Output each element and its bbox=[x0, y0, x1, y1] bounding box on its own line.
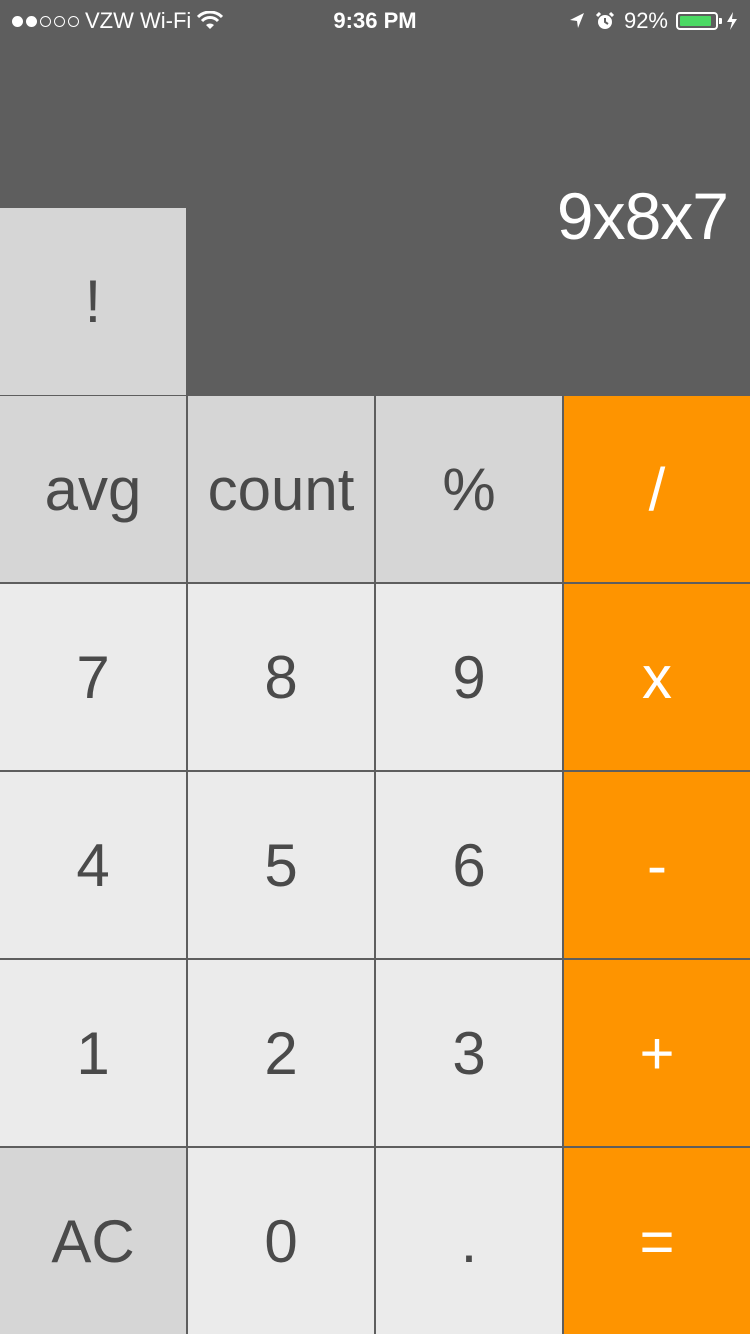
count-button[interactable]: count bbox=[188, 396, 374, 582]
equals-label: = bbox=[639, 1207, 675, 1275]
count-label: count bbox=[207, 455, 355, 523]
avg-button[interactable]: avg bbox=[0, 396, 186, 582]
four-button[interactable]: 4 bbox=[0, 772, 186, 958]
minus-label: - bbox=[647, 831, 667, 899]
seven-label: 7 bbox=[76, 643, 110, 711]
five-label: 5 bbox=[264, 831, 298, 899]
factorial-label: ! bbox=[84, 268, 102, 335]
minus-button[interactable]: - bbox=[564, 772, 750, 958]
multiply-button[interactable]: x bbox=[564, 584, 750, 770]
percent-button[interactable]: % bbox=[376, 396, 562, 582]
two-button[interactable]: 2 bbox=[188, 960, 374, 1146]
equals-button[interactable]: = bbox=[564, 1148, 750, 1334]
multiply-label: x bbox=[642, 643, 672, 711]
five-button[interactable]: 5 bbox=[188, 772, 374, 958]
location-arrow-icon bbox=[569, 13, 584, 28]
percent-label: % bbox=[442, 455, 496, 523]
status-bar: VZW Wi-Fi 9:36 PM 92% bbox=[0, 0, 750, 40]
one-button[interactable]: 1 bbox=[0, 960, 186, 1146]
charging-bolt-icon bbox=[727, 12, 737, 30]
plus-button[interactable]: + bbox=[564, 960, 750, 1146]
zero-label: 0 bbox=[264, 1207, 298, 1275]
battery-percent: 92% bbox=[623, 8, 668, 33]
decimal-label: . bbox=[460, 1207, 478, 1275]
battery-icon bbox=[676, 12, 722, 30]
battery-fill bbox=[680, 16, 712, 26]
nine-label: 9 bbox=[452, 643, 486, 711]
nine-button[interactable]: 9 bbox=[376, 584, 562, 770]
factorial-button[interactable]: ! bbox=[0, 208, 186, 395]
three-button[interactable]: 3 bbox=[376, 960, 562, 1146]
six-label: 6 bbox=[452, 831, 486, 899]
clear-label: AC bbox=[51, 1207, 135, 1275]
seven-button[interactable]: 7 bbox=[0, 584, 186, 770]
plus-label: + bbox=[639, 1019, 675, 1087]
clear-button[interactable]: AC bbox=[0, 1148, 186, 1334]
alarm-clock-icon bbox=[595, 11, 615, 29]
divide-button[interactable]: / bbox=[564, 396, 750, 582]
calculator-screen: VZW Wi-Fi 9:36 PM 92% 9x8x7 ! avg count … bbox=[0, 0, 750, 1334]
four-label: 4 bbox=[76, 831, 110, 899]
calculator-display: 9x8x7 bbox=[556, 179, 729, 253]
divide-label: / bbox=[648, 455, 666, 523]
two-label: 2 bbox=[264, 1019, 298, 1087]
eight-button[interactable]: 8 bbox=[188, 584, 374, 770]
avg-label: avg bbox=[44, 455, 142, 523]
one-label: 1 bbox=[76, 1019, 110, 1087]
zero-button[interactable]: 0 bbox=[188, 1148, 374, 1334]
decimal-button[interactable]: . bbox=[376, 1148, 562, 1334]
status-right: 92% bbox=[568, 8, 738, 34]
six-button[interactable]: 6 bbox=[376, 772, 562, 958]
eight-label: 8 bbox=[264, 643, 298, 711]
three-label: 3 bbox=[452, 1019, 486, 1087]
